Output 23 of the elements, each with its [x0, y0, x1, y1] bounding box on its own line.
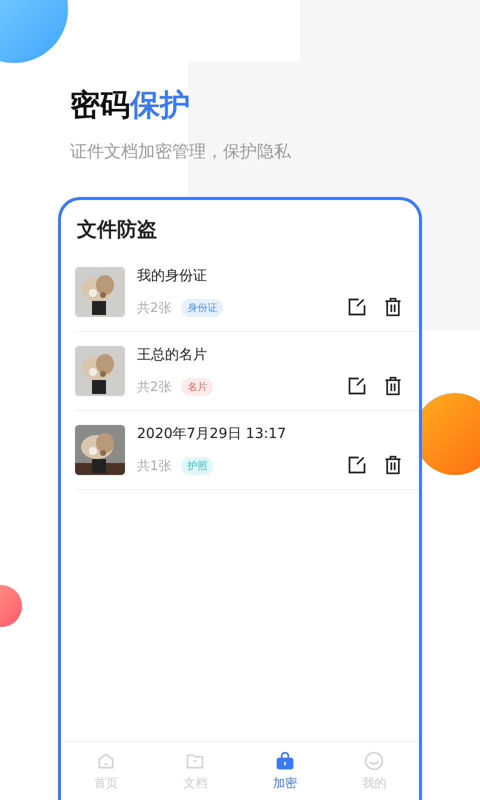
file-tag: 护照 [181, 457, 214, 475]
file-name: 我的身份证 [137, 267, 208, 285]
trash-icon[interactable] [383, 376, 403, 396]
edit-icon[interactable] [347, 455, 367, 475]
file-tag: 身份证 [181, 299, 224, 317]
trash-icon[interactable] [383, 297, 403, 317]
headline-accent: 保护 [130, 87, 190, 125]
home-icon [96, 750, 116, 770]
lock-icon [274, 750, 295, 770]
edit-icon[interactable] [347, 297, 367, 317]
tab[interactable]: 加密 [240, 742, 330, 800]
headline: 密码 [70, 87, 130, 125]
page-count: 共1张 [137, 458, 172, 475]
card-title: 文件防盗 [77, 216, 158, 243]
edit-icon[interactable] [347, 376, 367, 396]
file-name: 2020年7月29日 13:17 [137, 425, 288, 443]
page-count: 共2张 [137, 300, 172, 317]
trash-icon[interactable] [383, 455, 403, 475]
file-name: 王总的名片 [137, 346, 208, 364]
subtitle: 证件文档加密管理，保护隐私 [70, 141, 292, 163]
file-tag: 名片 [181, 378, 214, 396]
page-count: 共2张 [137, 379, 172, 396]
smile-icon [364, 750, 384, 770]
